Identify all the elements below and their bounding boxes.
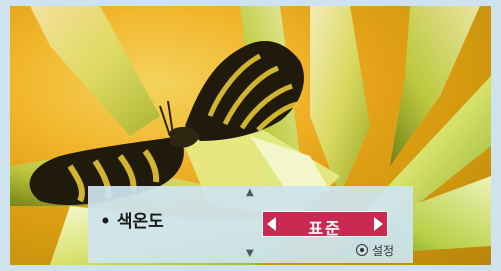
triangle-right-icon[interactable] — [374, 217, 383, 231]
menu-item-label: • 색온도 — [100, 211, 164, 233]
ok-button-icon — [356, 244, 368, 256]
osd-menu-panel: ▲ • 색온도 표준 설정 ▼ — [88, 186, 413, 263]
bullet: • — [100, 212, 111, 232]
color-temperature-label: 색온도 — [116, 212, 164, 232]
selected-value: 표준 — [308, 219, 342, 238]
scroll-down-icon[interactable]: ▼ — [246, 249, 254, 259]
ok-hint: 설정 — [356, 244, 394, 258]
hint-label: 설정 — [372, 244, 395, 258]
color-temperature-selector[interactable]: 표준 — [262, 211, 388, 238]
scroll-up-icon[interactable]: ▲ — [246, 188, 254, 198]
tv-frame: ▲ • 색온도 표준 설정 ▼ — [0, 0, 501, 271]
tv-screen: ▲ • 색온도 표준 설정 ▼ — [10, 6, 491, 265]
